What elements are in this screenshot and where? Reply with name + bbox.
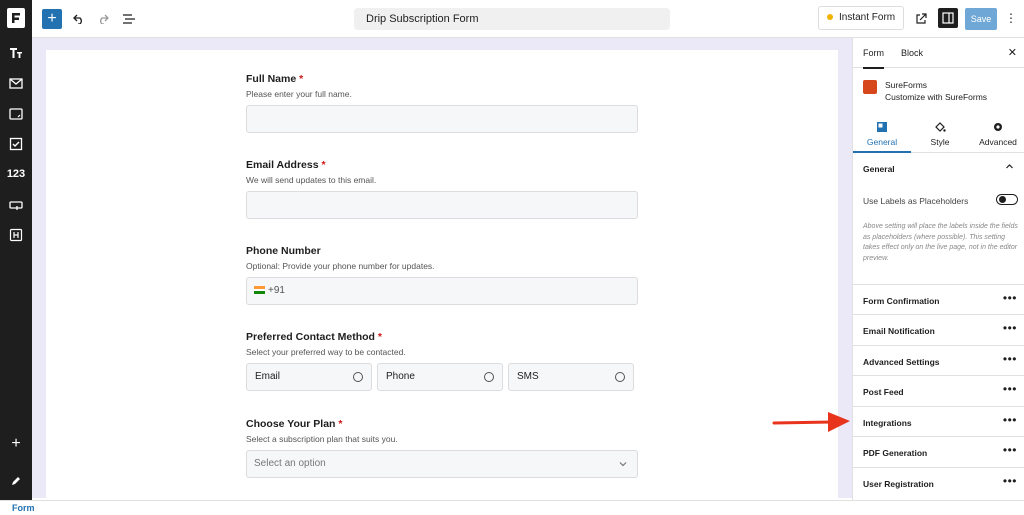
sidebar-icon xyxy=(942,12,954,24)
brand-name: SureForms xyxy=(885,80,928,90)
contact-method-options: Email Phone SMS xyxy=(246,363,638,391)
tab-general[interactable]: General xyxy=(853,121,911,153)
general-section-title[interactable]: General xyxy=(863,164,895,174)
row-integrations[interactable]: Integrations ••• xyxy=(853,406,1024,436)
save-button[interactable]: Save xyxy=(965,8,997,30)
settings-panel: Form Block ✕ SureForms Customize with Su… xyxy=(852,38,1024,500)
number-icon[interactable]: 123 xyxy=(0,162,32,186)
chevron-up-icon[interactable] xyxy=(1005,162,1014,171)
undo-icon[interactable] xyxy=(70,10,88,28)
external-link-icon[interactable] xyxy=(912,10,930,28)
sureforms-brand-logo xyxy=(863,80,877,94)
close-icon[interactable]: ✕ xyxy=(1008,46,1017,59)
settings-sidebar-toggle[interactable] xyxy=(938,8,958,28)
more-dots-icon[interactable]: ••• xyxy=(1003,443,1017,457)
email-input[interactable] xyxy=(246,191,638,219)
row-email-notification[interactable]: Email Notification ••• xyxy=(853,314,1024,344)
link-icon[interactable] xyxy=(0,193,32,217)
logo-mark-icon xyxy=(12,13,20,23)
labels-as-placeholders-toggle[interactable] xyxy=(996,194,1018,205)
envelope-icon[interactable] xyxy=(0,71,32,95)
instant-form-label: Instant Form xyxy=(839,12,896,23)
plan-placeholder: Select an option xyxy=(254,458,326,469)
settings-sub-tabs: General Style Advanced xyxy=(853,113,1024,153)
row-pdf-generation[interactable]: PDF Generation ••• xyxy=(853,436,1024,466)
row-post-feed[interactable]: Post Feed ••• xyxy=(853,375,1024,405)
tab-style[interactable]: Style xyxy=(911,121,969,147)
more-dots-icon[interactable]: ••• xyxy=(1003,413,1017,427)
plan-select[interactable]: Select an option xyxy=(246,450,638,478)
email-label: Email Address * xyxy=(246,159,326,171)
status-dot xyxy=(827,14,833,21)
more-options-icon[interactable]: ⋮ xyxy=(1004,8,1018,30)
contact-option-sms[interactable]: SMS xyxy=(508,363,634,391)
annotation-arrow-icon xyxy=(772,412,850,432)
phone-input[interactable]: +91 xyxy=(246,277,638,305)
checkbox-icon[interactable] xyxy=(0,132,32,156)
contact-method-label: Preferred Contact Method * xyxy=(246,331,382,343)
contact-method-help: Select your preferred way to be contacte… xyxy=(246,347,406,357)
labels-as-placeholders-label: Use Labels as Placeholders xyxy=(863,196,969,206)
brand-subtitle: Customize with SureForms xyxy=(885,92,988,102)
plan-help: Select a subscription plan that suits yo… xyxy=(246,434,398,444)
general-icon xyxy=(877,122,887,132)
edit-pen-icon[interactable] xyxy=(0,470,32,492)
status-bar xyxy=(0,500,1024,515)
tab-block[interactable]: Block xyxy=(901,48,923,58)
paint-bucket-icon xyxy=(935,122,946,132)
email-field: Email Address * We will send updates to … xyxy=(246,159,638,219)
india-flag-icon[interactable] xyxy=(254,286,265,295)
phone-dial-code: +91 xyxy=(268,285,285,296)
contact-method-field: Preferred Contact Method * Select your p… xyxy=(246,331,638,391)
more-dots-icon[interactable]: ••• xyxy=(1003,321,1017,335)
chevron-down-icon xyxy=(619,462,627,467)
panel-tabs: Form Block ✕ xyxy=(853,38,1024,69)
full-name-help: Please enter your full name. xyxy=(246,89,352,99)
row-user-registration[interactable]: User Registration ••• xyxy=(853,467,1024,497)
sureforms-logo[interactable] xyxy=(0,0,32,36)
radio-icon xyxy=(615,372,625,382)
contact-option-phone[interactable]: Phone xyxy=(377,363,503,391)
plan-label: Choose Your Plan * xyxy=(246,418,343,430)
radio-icon xyxy=(484,372,494,382)
add-block-button[interactable]: + xyxy=(42,9,62,29)
editor-toolbar: + Drip Subscription Form Instant Form Sa… xyxy=(32,0,1024,38)
block-inserter-rail: 123 + xyxy=(0,0,32,515)
tab-advanced[interactable]: Advanced xyxy=(969,121,1024,147)
more-dots-icon[interactable]: ••• xyxy=(1003,291,1017,305)
gear-icon xyxy=(994,123,1002,131)
phone-label: Phone Number xyxy=(246,245,321,257)
full-name-label: Full Name * xyxy=(246,73,304,85)
more-dots-icon[interactable]: ••• xyxy=(1003,382,1017,396)
row-advanced-settings[interactable]: Advanced Settings ••• xyxy=(853,345,1024,375)
more-dots-icon[interactable]: ••• xyxy=(1003,474,1017,488)
document-overview-icon[interactable] xyxy=(120,10,138,28)
text-size-icon[interactable] xyxy=(0,41,32,65)
full-name-field: Full Name * Please enter your full name. xyxy=(246,73,638,133)
placeholder-help-note: Above setting will place the labels insi… xyxy=(863,223,1018,262)
more-dots-icon[interactable]: ••• xyxy=(1003,352,1017,366)
redo-icon[interactable] xyxy=(94,10,112,28)
tab-form[interactable]: Form xyxy=(863,48,884,69)
contact-option-email[interactable]: Email xyxy=(246,363,372,391)
instant-form-button[interactable]: Instant Form xyxy=(818,6,904,30)
phone-field: Phone Number Optional: Provide your phon… xyxy=(246,245,638,305)
add-block-icon[interactable]: + xyxy=(0,430,32,458)
email-help: We will send updates to this email. xyxy=(246,175,377,185)
plan-field: Choose Your Plan * Select a subscription… xyxy=(246,418,638,478)
full-name-input[interactable] xyxy=(246,105,638,133)
radio-icon xyxy=(353,372,363,382)
document-title[interactable]: Drip Subscription Form xyxy=(354,8,670,30)
breadcrumb-form[interactable]: Form xyxy=(12,503,35,513)
textarea-icon[interactable] xyxy=(0,102,32,126)
row-form-confirmation[interactable]: Form Confirmation ••• xyxy=(853,284,1024,314)
heading-icon[interactable] xyxy=(0,223,32,247)
phone-help: Optional: Provide your phone number for … xyxy=(246,261,435,271)
